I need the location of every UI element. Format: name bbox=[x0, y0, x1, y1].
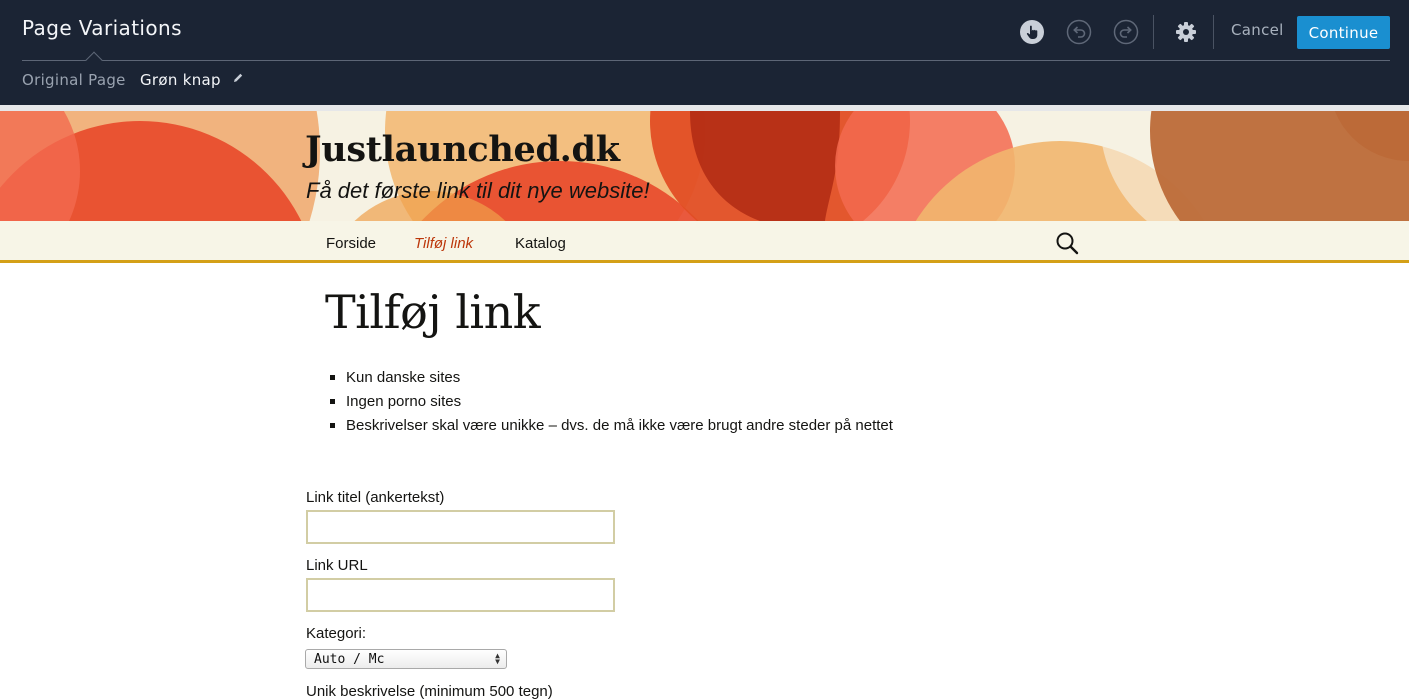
link-title-input[interactable] bbox=[306, 510, 615, 544]
rules-list: Kun danske sites Ingen porno sites Beskr… bbox=[330, 366, 893, 438]
nav-item-katalog[interactable]: Katalog bbox=[515, 235, 566, 252]
editor-toolbar: Page Variations Original Page Grøn knap bbox=[0, 0, 1409, 105]
link-url-label: Link URL bbox=[306, 557, 368, 574]
search-icon[interactable] bbox=[1055, 231, 1079, 255]
site-header: Justlaunched.dk Få det første link til d… bbox=[0, 111, 1409, 221]
nav-item-tilfoej-link[interactable]: Tilføj link bbox=[414, 235, 473, 252]
site-tagline: Få det første link til dit nye website! bbox=[306, 178, 650, 203]
link-url-input[interactable] bbox=[306, 578, 615, 612]
description-label: Unik beskrivelse (minimum 500 tegn) bbox=[306, 683, 553, 700]
site-title[interactable]: Justlaunched.dk bbox=[305, 129, 620, 170]
editor-title: Page Variations bbox=[22, 16, 182, 40]
category-select[interactable]: Auto / Mc ▲ ▼ bbox=[305, 649, 507, 669]
cancel-button[interactable]: Cancel bbox=[1231, 21, 1284, 39]
category-selected-value: Auto / Mc bbox=[314, 652, 385, 667]
toolbar-separator bbox=[1213, 15, 1214, 49]
list-item: Ingen porno sites bbox=[330, 390, 893, 414]
variation-tab-original[interactable]: Original Page bbox=[22, 71, 126, 89]
list-item: Kun danske sites bbox=[330, 366, 893, 390]
link-title-label: Link titel (ankertekst) bbox=[306, 489, 445, 506]
pencil-icon[interactable] bbox=[232, 72, 244, 84]
settings-button[interactable] bbox=[1171, 17, 1201, 47]
continue-button[interactable]: Continue bbox=[1297, 16, 1390, 49]
hand-pointer-icon bbox=[1020, 20, 1044, 44]
undo-button[interactable] bbox=[1064, 17, 1094, 47]
toolbar-separator bbox=[1153, 15, 1154, 49]
undo-icon bbox=[1066, 19, 1092, 45]
nav-item-forside[interactable]: Forside bbox=[326, 235, 376, 252]
variation-tab-gron-knap[interactable]: Grøn knap bbox=[140, 71, 244, 89]
variation-tab-label: Grøn knap bbox=[140, 71, 221, 89]
site-navigation: Forside Tilføj link Katalog bbox=[0, 221, 1409, 263]
interact-mode-button[interactable] bbox=[1017, 17, 1047, 47]
active-tab-caret bbox=[85, 51, 103, 69]
gear-icon bbox=[1176, 22, 1196, 42]
category-label: Kategori: bbox=[306, 625, 367, 642]
list-item: Beskrivelser skal være unikke – dvs. de … bbox=[330, 414, 893, 438]
select-arrows-icon: ▲ ▼ bbox=[495, 651, 500, 666]
redo-icon bbox=[1113, 19, 1139, 45]
page-title: Tilføj link bbox=[325, 285, 541, 339]
header-background-art bbox=[0, 111, 1409, 221]
redo-button[interactable] bbox=[1111, 17, 1141, 47]
editor-divider bbox=[22, 60, 1390, 61]
